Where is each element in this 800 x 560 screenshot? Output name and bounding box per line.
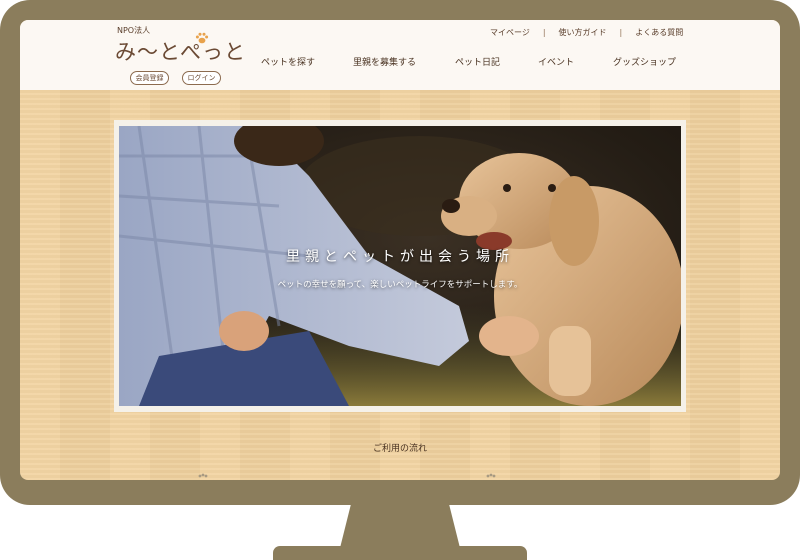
hero-title: 里親とペットが出会う場所: [286, 249, 514, 265]
utility-link-guide[interactable]: 使い方ガイド: [559, 27, 607, 38]
logo-org-label: NPO法人: [117, 26, 151, 35]
nav-item-recruit-foster[interactable]: 里親を募集する: [353, 55, 416, 68]
utility-link-mypage[interactable]: マイページ: [490, 27, 530, 38]
register-button[interactable]: 会員登録: [130, 71, 169, 85]
nav-separator: |: [619, 28, 623, 37]
site-logo[interactable]: み〜とぺっと: [115, 36, 246, 66]
usage-flow-heading: ご利用の流れ: [372, 444, 427, 454]
paw-icon: [198, 473, 208, 478]
login-button[interactable]: ログイン: [182, 71, 221, 85]
nav-separator: |: [542, 28, 546, 37]
monitor-stand: [273, 546, 527, 560]
utility-nav: マイページ | 使い方ガイド | よくある質問: [490, 27, 683, 38]
utility-link-faq[interactable]: よくある質問: [635, 27, 683, 38]
website-screen: NPO法人 み〜とぺっと 会員登録 ログイン マイページ | 使い方ガイド | …: [20, 20, 780, 480]
paw-icon: [195, 32, 209, 44]
hero-banner: 里親とペットが出会う場所 ペットの幸せを願って、楽しいペットライフをサポートしま…: [114, 120, 686, 412]
hero-subtitle: ペットの幸せを願って、楽しいペットライフをサポートします。: [277, 280, 523, 290]
nav-item-goods-shop[interactable]: グッズショップ: [613, 55, 676, 68]
hero-image: 里親とペットが出会う場所 ペットの幸せを願って、楽しいペットライフをサポートしま…: [119, 126, 681, 406]
site-header: NPO法人 み〜とぺっと 会員登録 ログイン マイページ | 使い方ガイド | …: [20, 20, 780, 90]
paw-icon: [486, 473, 496, 478]
hero-photo-illustration: [119, 126, 681, 406]
nav-item-find-pet[interactable]: ペットを探す: [261, 55, 315, 68]
monitor-neck: [340, 500, 460, 548]
nav-item-pet-diary[interactable]: ペット日記: [455, 55, 500, 68]
nav-item-events[interactable]: イベント: [538, 55, 574, 68]
